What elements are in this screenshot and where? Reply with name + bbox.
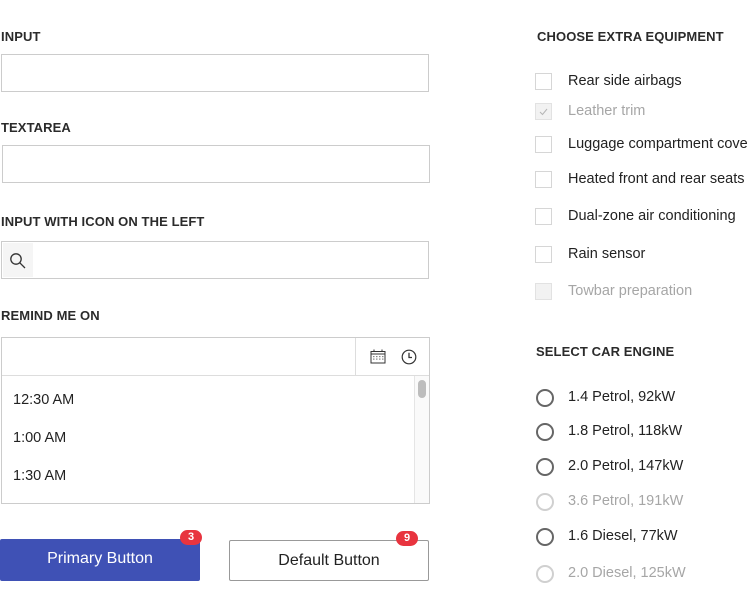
time-list: 12:30 AM 1:00 AM 1:30 AM (2, 376, 429, 503)
datetime-picker: 12:30 AM 1:00 AM 1:30 AM (1, 337, 430, 504)
time-option[interactable]: 1:30 AM (13, 468, 66, 484)
radio-label: 2.0 Petrol, 147kW (568, 458, 684, 474)
scrollbar-thumb[interactable] (418, 380, 426, 398)
checkbox-label: Towbar preparation (568, 283, 693, 299)
radio-label: 2.0 Diesel, 125kW (568, 565, 686, 581)
checkbox-label: Dual-zone air conditioning (568, 208, 736, 224)
radio-button-disabled (536, 493, 554, 511)
primary-button-badge: 3 (180, 530, 202, 545)
default-button[interactable]: Default Button (229, 540, 429, 581)
default-button-badge: 9 (396, 531, 418, 546)
checkbox[interactable] (535, 136, 552, 153)
checkbox-label: Rain sensor (568, 246, 646, 262)
radio-label: 3.6 Petrol, 191kW (568, 493, 684, 509)
search-icon (3, 243, 33, 277)
checkbox-label: Heated front and rear seats (568, 171, 745, 187)
time-option[interactable]: 12:30 AM (13, 392, 74, 408)
checkbox[interactable] (535, 73, 552, 90)
radio-button[interactable] (536, 389, 554, 407)
radio-label: 1.6 Diesel, 77kW (568, 528, 678, 544)
textarea-label: TEXTAREA (1, 120, 71, 135)
primary-button[interactable]: Primary Button (0, 539, 200, 581)
default-button-label: Default Button (278, 552, 380, 569)
radio-button-disabled (536, 565, 554, 583)
checkbox-label: Luggage compartment cove (568, 136, 748, 152)
engine-title: SELECT CAR ENGINE (536, 344, 675, 359)
icon-input[interactable] (1, 241, 429, 279)
checkbox[interactable] (535, 208, 552, 225)
equipment-title: CHOOSE EXTRA EQUIPMENT (537, 29, 724, 44)
remind-label: REMIND ME ON (1, 308, 100, 323)
checkbox-label: Leather trim (568, 103, 646, 119)
radio-label: 1.4 Petrol, 92kW (568, 389, 676, 405)
checkbox[interactable] (535, 246, 552, 263)
calendar-icon[interactable] (370, 349, 386, 369)
datetime-icons (355, 338, 429, 375)
text-input[interactable] (1, 54, 429, 92)
input-label: INPUT (1, 29, 41, 44)
radio-button[interactable] (536, 423, 554, 441)
icon-input-label: INPUT WITH ICON ON THE LEFT (1, 214, 205, 229)
primary-button-label: Primary Button (47, 550, 153, 567)
radio-button[interactable] (536, 528, 554, 546)
checkbox[interactable] (535, 171, 552, 188)
scrollbar[interactable] (414, 376, 429, 503)
time-option[interactable]: 1:00 AM (13, 430, 66, 446)
checkbox-label: Rear side airbags (568, 73, 682, 89)
checkbox-disabled (535, 283, 552, 300)
checkbox-checked-disabled (535, 103, 552, 120)
textarea-field[interactable] (2, 145, 430, 183)
clock-icon[interactable] (401, 349, 417, 370)
radio-button[interactable] (536, 458, 554, 476)
radio-label: 1.8 Petrol, 118kW (568, 423, 683, 439)
datetime-input[interactable] (2, 338, 429, 376)
check-icon (539, 108, 548, 116)
